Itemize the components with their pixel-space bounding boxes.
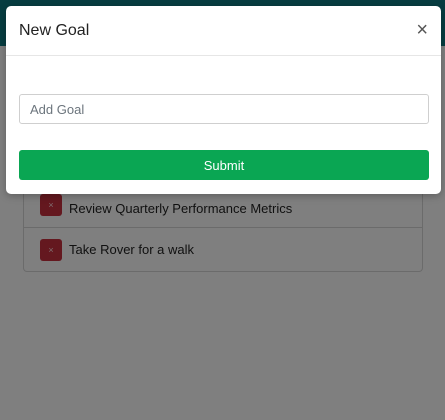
app-page: × Review Quarterly Performance Metrics ×…: [0, 0, 445, 420]
new-goal-modal: New Goal × Submit: [6, 6, 441, 194]
close-icon[interactable]: ×: [416, 20, 428, 42]
add-goal-input[interactable]: [19, 94, 429, 124]
modal-header: New Goal ×: [6, 6, 441, 56]
modal-title: New Goal: [19, 21, 90, 39]
modal-body: Submit: [6, 56, 441, 180]
submit-button[interactable]: Submit: [19, 150, 429, 180]
